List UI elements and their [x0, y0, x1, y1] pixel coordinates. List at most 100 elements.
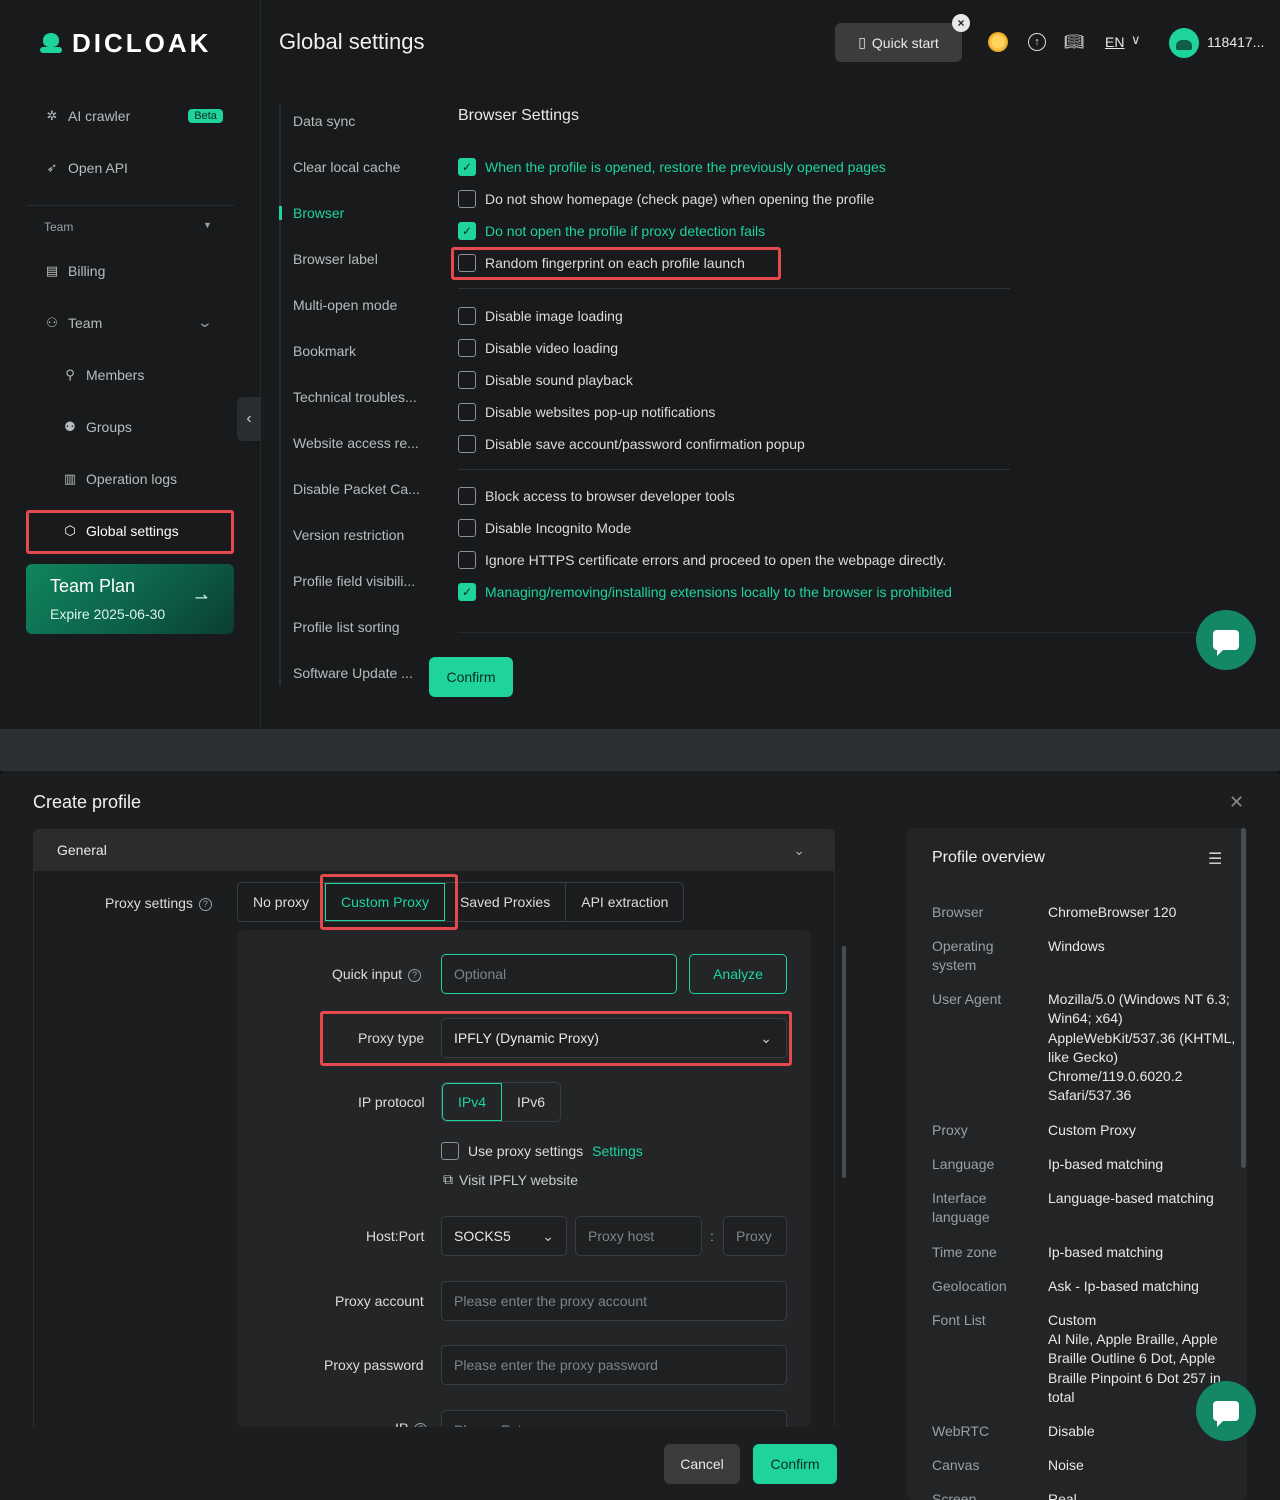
- plan-expire: Expire 2025-06-30: [50, 606, 166, 622]
- checkbox[interactable]: [458, 403, 476, 421]
- settings-nav-item[interactable]: Disable Packet Ca...: [293, 481, 420, 497]
- checkbox[interactable]: [458, 190, 476, 208]
- sidebar-item-billing[interactable]: ▤ Billing: [44, 263, 106, 279]
- settings-nav-item[interactable]: Multi-open mode: [293, 297, 397, 313]
- logo[interactable]: DICLOAK: [38, 28, 211, 59]
- setting-option-label: Disable video loading: [485, 340, 619, 356]
- bug-icon: ✲: [46, 108, 58, 123]
- overview-value: Ip-based matching: [1048, 1156, 1164, 1172]
- highlight-box: [320, 874, 458, 930]
- sidebar-item-ai-crawler[interactable]: ✲ AI crawler Beta: [44, 108, 223, 124]
- avatar[interactable]: [1169, 28, 1199, 58]
- setting-option-row[interactable]: Do not show homepage (check page) when o…: [458, 190, 874, 208]
- coin-icon[interactable]: [988, 32, 1008, 52]
- proxy-password-input[interactable]: Please enter the proxy password: [441, 1345, 787, 1385]
- sidebar-item-operation-logs[interactable]: ▥ Operation logs: [62, 471, 177, 487]
- confirm-button[interactable]: Confirm: [753, 1444, 837, 1484]
- settings-nav-item[interactable]: Browser label: [293, 251, 378, 267]
- profile-overview-title: Profile overview: [932, 849, 1045, 866]
- collapse-sidebar-button[interactable]: ‹: [237, 397, 261, 441]
- quick-start-button[interactable]: ▯ Quick start: [835, 23, 962, 62]
- ipv6-option[interactable]: IPv6: [502, 1083, 560, 1121]
- settings-nav-item[interactable]: Bookmark: [293, 343, 356, 359]
- setting-option-row[interactable]: Disable image loading: [458, 307, 623, 325]
- settings-nav-item[interactable]: Profile list sorting: [293, 619, 400, 635]
- sidebar-item-members[interactable]: ⚲ Members: [62, 367, 144, 383]
- sidebar-item-global-settings[interactable]: ⬡ Global settings: [62, 523, 178, 539]
- upload-icon[interactable]: ↑: [1028, 33, 1046, 51]
- setting-option-row[interactable]: ✓ When the profile is opened, restore the…: [458, 158, 886, 176]
- overview-value: Custom Proxy: [1048, 1122, 1136, 1138]
- setting-option-row[interactable]: ✓ Managing/removing/installing extensions…: [458, 583, 952, 601]
- setting-option-row[interactable]: Disable Incognito Mode: [458, 519, 631, 537]
- settings-nav-item[interactable]: Profile field visibili...: [293, 573, 415, 589]
- setting-option-row[interactable]: Disable sound playback: [458, 371, 633, 389]
- quick-input-field[interactable]: Optional: [441, 954, 677, 994]
- proxy-host-input[interactable]: Proxy host: [575, 1216, 702, 1256]
- chevron-down-icon[interactable]: ∨: [1131, 32, 1141, 48]
- settings-link[interactable]: Settings: [592, 1143, 643, 1159]
- checkbox[interactable]: [458, 339, 476, 357]
- analyze-button[interactable]: Analyze: [689, 954, 787, 994]
- checkbox[interactable]: [458, 551, 476, 569]
- tab-saved-proxies[interactable]: Saved Proxies: [445, 883, 567, 921]
- language-selector[interactable]: EN: [1105, 34, 1124, 50]
- sidebar-item-team[interactable]: ⚇ Team: [44, 315, 102, 331]
- global-settings-screen: DICLOAK ✲ AI crawler Beta ➶ Open API Tea…: [0, 0, 1280, 729]
- settings-nav-item[interactable]: Website access re...: [293, 435, 419, 451]
- setting-option-row[interactable]: Disable video loading: [458, 339, 618, 357]
- settings-nav-item[interactable]: Clear local cache: [293, 159, 400, 175]
- setting-option-label: Disable image loading: [485, 308, 623, 324]
- sidebar-item-groups[interactable]: ⚉ Groups: [62, 419, 132, 435]
- overview-scrollbar[interactable]: [1241, 828, 1246, 1168]
- user-id[interactable]: 118417...: [1207, 34, 1264, 50]
- help-icon[interactable]: ?: [408, 968, 422, 982]
- list-menu-icon[interactable]: ☰: [1208, 849, 1222, 869]
- setting-option-row[interactable]: Block access to browser developer tools: [458, 487, 735, 505]
- chat-support-button[interactable]: [1196, 610, 1256, 670]
- setting-option-row[interactable]: ✓ Do not open the profile if proxy detect…: [458, 222, 765, 240]
- checkbox-checked[interactable]: ✓: [458, 222, 476, 240]
- open-book-icon[interactable]: 📖︎: [1064, 32, 1084, 52]
- team-plan-card[interactable]: Team Plan Expire 2025-06-30 ⇀: [26, 564, 234, 634]
- setting-option-row[interactable]: Ignore HTTPS certificate errors and proc…: [458, 551, 946, 569]
- setting-option-row[interactable]: Disable websites pop-up notifications: [458, 403, 715, 421]
- caret-down-icon[interactable]: ▼: [203, 220, 212, 230]
- form-scrollbar[interactable]: [842, 946, 846, 1178]
- ipv4-option[interactable]: IPv4: [442, 1083, 503, 1121]
- chevron-down-icon[interactable]: ⌄: [197, 314, 213, 331]
- help-icon[interactable]: ?: [414, 1422, 428, 1427]
- settings-nav-item[interactable]: Software Update ...: [293, 665, 413, 681]
- checkbox[interactable]: [458, 435, 476, 453]
- sidebar-item-open-api[interactable]: ➶ Open API: [44, 160, 128, 176]
- close-icon[interactable]: ×: [952, 14, 970, 32]
- checkbox[interactable]: [458, 487, 476, 505]
- visit-ipfly-link[interactable]: ⧉ Visit IPFLY website: [443, 1171, 578, 1188]
- checkbox-checked[interactable]: ✓: [458, 158, 476, 176]
- general-section-header[interactable]: General ⌄: [33, 829, 835, 871]
- help-icon[interactable]: ?: [198, 897, 212, 911]
- protocol-select[interactable]: SOCKS5 ⌄: [441, 1216, 567, 1256]
- proxy-account-input[interactable]: Please enter the proxy account: [441, 1281, 787, 1321]
- checkbox[interactable]: [458, 307, 476, 325]
- ip-input[interactable]: Please Enter: [441, 1410, 787, 1427]
- checkbox-checked[interactable]: ✓: [458, 583, 476, 601]
- tab-api-extraction[interactable]: API extraction: [566, 883, 683, 921]
- settings-nav-item[interactable]: Browser: [293, 205, 344, 221]
- proxy-port-input[interactable]: Proxy: [723, 1216, 787, 1256]
- checkbox[interactable]: [458, 519, 476, 537]
- sidebar-item-label: Team: [68, 315, 103, 331]
- settings-nav-item[interactable]: Data sync: [293, 113, 355, 129]
- close-icon[interactable]: ✕: [1229, 792, 1244, 813]
- use-proxy-settings-checkbox[interactable]: [441, 1142, 459, 1160]
- cancel-button[interactable]: Cancel: [664, 1444, 740, 1484]
- checkbox[interactable]: [458, 371, 476, 389]
- settings-nav-item[interactable]: Technical troubles...: [293, 389, 417, 405]
- chat-support-button[interactable]: [1196, 1381, 1256, 1441]
- settings-nav-item[interactable]: Version restriction: [293, 527, 404, 543]
- use-proxy-settings-row[interactable]: Use proxy settings Settings: [441, 1142, 643, 1160]
- tab-no-proxy[interactable]: No proxy: [238, 883, 326, 921]
- confirm-button[interactable]: Confirm: [429, 657, 513, 697]
- setting-option-row[interactable]: Disable save account/password confirmati…: [458, 435, 805, 453]
- overview-key: Font List: [932, 1312, 986, 1328]
